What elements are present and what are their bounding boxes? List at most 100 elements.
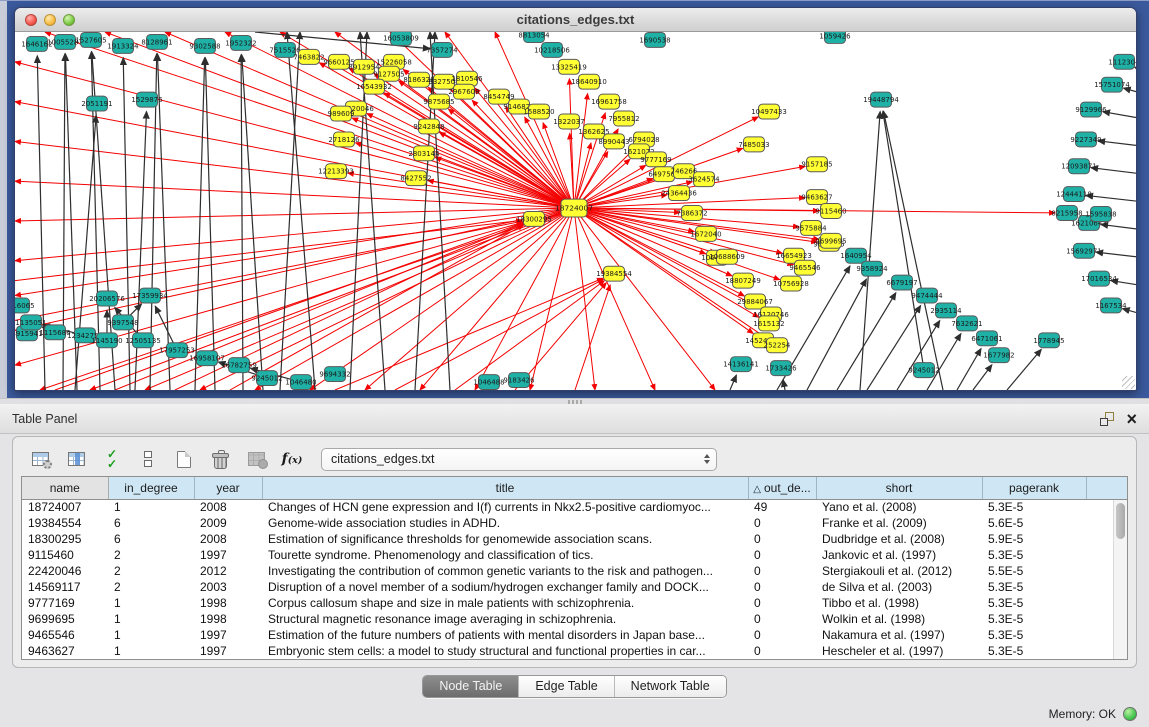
close-window-button[interactable]	[25, 14, 37, 26]
graph-node[interactable]: 9302588	[189, 38, 220, 53]
graph-edge[interactable]	[1096, 252, 1136, 257]
graph-node[interactable]: 18640910	[571, 74, 607, 89]
minimize-window-button[interactable]	[44, 14, 56, 26]
graph-node[interactable]: 9183426	[503, 373, 534, 388]
delete-table-icon[interactable]	[207, 446, 233, 472]
graph-node[interactable]: 1167534	[1095, 298, 1127, 313]
graph-node[interactable]: 12444118	[1056, 187, 1092, 202]
import-table-icon[interactable]	[243, 446, 269, 472]
graph-node[interactable]: 17359934	[132, 288, 168, 303]
graph-node[interactable]: 1913324	[107, 38, 139, 53]
graph-node[interactable]: 1046488	[473, 375, 504, 390]
graph-node[interactable]: 7386372	[676, 206, 707, 221]
table-row[interactable]: 977716911998Corpus callosum shape and si…	[22, 595, 1127, 611]
graph-node[interactable]: 1677982	[983, 348, 1014, 363]
graph-node[interactable]: 15692971	[1066, 243, 1102, 258]
graph-edge[interactable]	[783, 380, 785, 390]
graph-node[interactable]: 2051191	[81, 96, 112, 111]
graph-node[interactable]: 13325419	[551, 59, 587, 74]
column-header-year[interactable]: year	[194, 477, 262, 499]
memory-status-led[interactable]	[1123, 707, 1137, 721]
column-header-out-de-[interactable]: △out_de...	[748, 477, 816, 499]
graph-node[interactable]: 17016534	[1081, 271, 1117, 286]
graph-node[interactable]: 252254	[764, 338, 791, 353]
tab-network-table[interactable]: Network Table	[615, 676, 726, 697]
graph-node[interactable]: 6471061	[971, 331, 1002, 346]
graph-edge[interactable]	[15, 208, 574, 221]
graph-node[interactable]: 7632621	[951, 316, 982, 331]
function-builder-icon[interactable]: f(x)	[279, 446, 305, 472]
graph-node[interactable]: 6679197	[886, 275, 917, 290]
graph-node[interactable]: 1112304	[1108, 54, 1136, 69]
graph-node[interactable]: 9129966	[1075, 102, 1106, 117]
table-row[interactable]: 911546021997Tourette syndrome. Phenomeno…	[22, 547, 1127, 563]
table-row[interactable]: 946554611997Estimation of the future num…	[22, 627, 1127, 643]
graph-node[interactable]: 1690538	[639, 32, 670, 47]
table-row[interactable]: 1456911722003Disruption of a novel membe…	[22, 579, 1127, 595]
graph-edge[interactable]	[1086, 195, 1136, 201]
graph-edge[interactable]	[973, 365, 992, 390]
graph-node[interactable]: 1778945	[1033, 333, 1064, 348]
graph-edge[interactable]	[807, 279, 866, 390]
network-canvas[interactable]: 1646162100552871527605191332481289619302…	[15, 32, 1136, 390]
graph-edge[interactable]	[574, 143, 591, 208]
column-header-in-degree[interactable]: in_degree	[108, 477, 194, 499]
graph-node[interactable]: 10497433	[751, 104, 787, 119]
graph-edge[interactable]	[165, 32, 574, 208]
graph-edge[interactable]	[883, 111, 924, 370]
graph-node[interactable]: 2516065	[15, 298, 35, 313]
graph-node[interactable]: 19448794	[863, 92, 899, 107]
table-row[interactable]: 2242004622012Investigating the contribut…	[22, 563, 1127, 579]
tab-edge-table[interactable]: Edge Table	[519, 676, 614, 697]
graph-edge[interactable]	[1135, 67, 1136, 68]
graph-edge[interactable]	[420, 208, 574, 390]
graph-edge[interactable]	[1103, 112, 1136, 118]
graph-node[interactable]: 10756928	[773, 276, 809, 291]
graph-edge[interactable]	[115, 223, 523, 390]
graph-edge[interactable]	[287, 32, 315, 390]
table-row[interactable]: 969969511998Structural magnetic resonanc…	[22, 611, 1127, 627]
graph-edge[interactable]	[15, 208, 574, 330]
graph-edge[interactable]	[241, 55, 243, 390]
graph-node[interactable]: 9157185	[801, 157, 832, 172]
table-row[interactable]: 1938455462009Genome-wide association stu…	[22, 515, 1127, 531]
graph-edge[interactable]	[927, 334, 961, 390]
graph-node[interactable]: 16961758	[591, 94, 627, 109]
table-scrollbar-thumb[interactable]	[1116, 503, 1125, 539]
graph-node[interactable]: 9575884	[795, 220, 827, 235]
graph-edge[interactable]	[75, 115, 96, 390]
table-row[interactable]: 1872400712008Changes of HCN gene express…	[22, 499, 1127, 515]
table-row[interactable]: 946362711997Embryonic stem cells: a mode…	[22, 643, 1127, 659]
graph-edge[interactable]	[15, 208, 574, 296]
graph-node[interactable]: 8813054	[518, 32, 550, 42]
graph-node[interactable]: 9227349	[1070, 132, 1101, 147]
graph-edge[interactable]	[867, 306, 921, 390]
graph-edge[interactable]	[37, 56, 45, 390]
graph-node[interactable]: 1059426	[819, 32, 850, 43]
float-panel-icon[interactable]	[1100, 412, 1114, 426]
graph-edge[interactable]	[310, 208, 574, 390]
graph-node[interactable]: 15751074	[1094, 77, 1130, 92]
graph-edge[interactable]	[883, 111, 943, 390]
graph-node[interactable]: 1046480	[285, 375, 316, 390]
column-header-short[interactable]: short	[816, 477, 982, 499]
graph-node[interactable]: 10218506	[534, 42, 570, 57]
show-columns-icon[interactable]	[63, 446, 89, 472]
graph-node[interactable]: 7955812	[608, 111, 639, 126]
graph-node[interactable]: 1952322	[225, 35, 256, 50]
tab-node-table[interactable]: Node Table	[423, 676, 519, 697]
graph-node[interactable]: 20206576	[89, 291, 125, 306]
new-table-icon[interactable]	[171, 446, 197, 472]
graph-edge[interactable]	[455, 281, 604, 390]
graph-node[interactable]: 2935114	[930, 303, 962, 318]
column-header-pagerank[interactable]: pagerank	[982, 477, 1086, 499]
column-header-title[interactable]: title	[262, 477, 748, 499]
graph-node[interactable]: 16053809	[383, 32, 419, 45]
graph-edge[interactable]	[205, 58, 215, 390]
window-resize-grip[interactable]	[1122, 376, 1135, 389]
graph-node[interactable]: 9463627	[801, 190, 832, 205]
graph-edge[interactable]	[574, 94, 588, 208]
graph-edge[interactable]	[15, 221, 522, 320]
graph-edge[interactable]	[575, 285, 610, 390]
graph-node[interactable]: 7485033	[738, 137, 769, 152]
